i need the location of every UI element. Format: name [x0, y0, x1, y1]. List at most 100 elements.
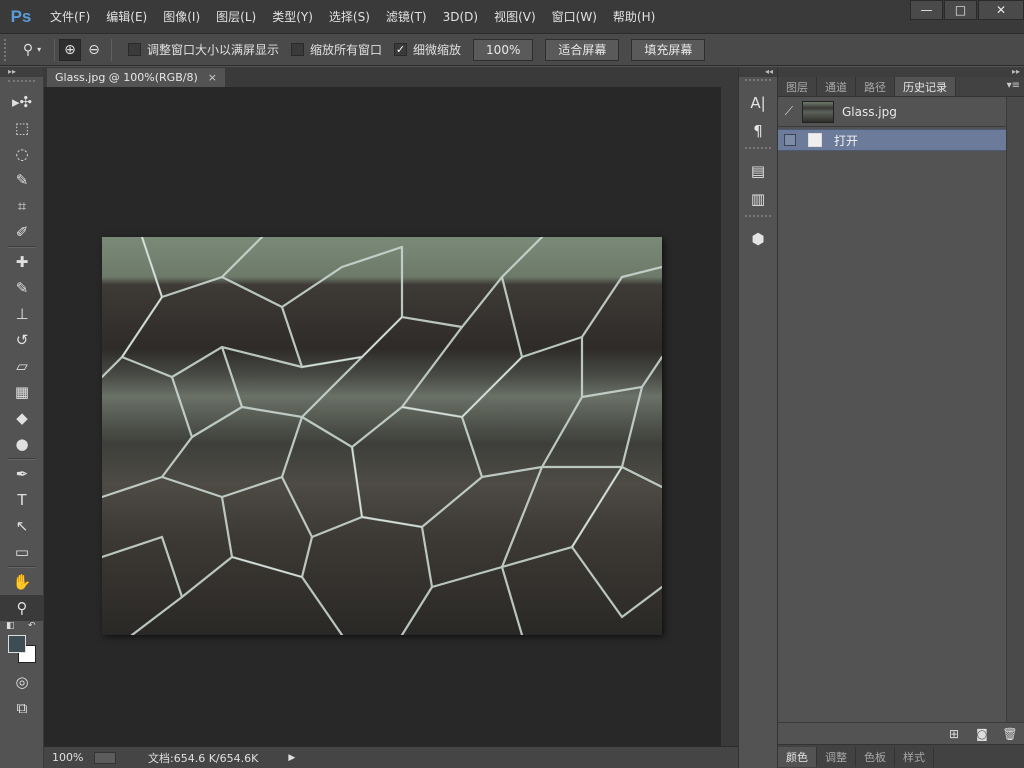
document-tab[interactable]: Glass.jpg @ 100%(RGB/8) ×	[47, 68, 225, 87]
minimize-button[interactable]: —	[910, 0, 943, 20]
tab-swatches[interactable]: 色板	[856, 746, 895, 767]
menu-image[interactable]: 图像(I)	[155, 0, 208, 33]
move-tool[interactable]: ▸✣	[0, 89, 44, 115]
menu-file[interactable]: 文件(F)	[42, 0, 98, 33]
ps-logo: Ps	[10, 6, 32, 26]
checkbox-box	[128, 43, 141, 56]
eraser-tool[interactable]: ▱	[0, 353, 44, 379]
tab-color[interactable]: 颜色	[778, 746, 817, 767]
dock-grip[interactable]	[745, 215, 771, 223]
menu-3d[interactable]: 3D(D)	[435, 0, 486, 33]
dodge-tool[interactable]: ●	[0, 431, 44, 457]
default-colors-icon[interactable]: ◧	[6, 621, 15, 631]
actual-pixels-button[interactable]: 100%	[473, 38, 534, 61]
tool-preset-picker[interactable]: ⚲ ▾	[14, 38, 50, 62]
tab-adjustments[interactable]: 调整	[817, 746, 856, 767]
history-snapshot[interactable]: ⟋ Glass.jpg	[778, 97, 1024, 127]
tools-divider	[8, 246, 35, 248]
crop-tool[interactable]: ⌗	[0, 193, 44, 219]
zoom-in-button[interactable]: ⊕	[59, 38, 81, 61]
clone-stamp-tool[interactable]: ⊥	[0, 301, 44, 327]
tab-paths[interactable]: 路径	[856, 77, 895, 96]
eyedropper-tool[interactable]: ✐	[0, 219, 44, 245]
paragraph-panel-button[interactable]: ¶	[739, 117, 777, 145]
rectangle-tool[interactable]: ▭	[0, 539, 44, 565]
document-vertical-scrollbar[interactable]	[721, 87, 738, 746]
menu-edit[interactable]: 编辑(E)	[98, 0, 155, 33]
menu-layer[interactable]: 图层(L)	[208, 0, 264, 33]
resize-windows-checkbox[interactable]: 调整窗口大小以满屏显示	[128, 41, 279, 58]
path-selection-tool[interactable]: ↖	[0, 513, 44, 539]
brush-tool[interactable]: ✎	[0, 275, 44, 301]
tools-grip[interactable]	[8, 80, 35, 86]
close-button[interactable]: ✕	[978, 0, 1024, 20]
tab-channels[interactable]: 通道	[817, 77, 856, 96]
fill-screen-button[interactable]: 填充屏幕	[631, 38, 706, 61]
document-icon	[808, 133, 822, 147]
panel-menu-icon[interactable]: ▾≡	[1007, 80, 1020, 91]
history-brush-source-box[interactable]	[784, 134, 796, 146]
blur-tool[interactable]: ◆	[0, 405, 44, 431]
history-brush-tool[interactable]: ↺	[0, 327, 44, 353]
menu-filter[interactable]: 滤镜(T)	[378, 0, 435, 33]
zoom-out-button[interactable]: ⊖	[83, 39, 105, 61]
zoom-all-windows-checkbox[interactable]: 缩放所有窗口	[291, 41, 382, 58]
divider	[54, 38, 55, 61]
canvas-pasteboard[interactable]	[44, 87, 721, 746]
dock-grip[interactable]	[745, 147, 771, 155]
history-scrollbar[interactable]	[1006, 97, 1024, 722]
menu-view[interactable]: 视图(V)	[486, 0, 544, 33]
maximize-button[interactable]: □	[944, 0, 977, 20]
marquee-tool[interactable]: ⬚	[0, 115, 44, 141]
checkmark-icon: ✓	[395, 43, 406, 56]
dock-grip[interactable]	[745, 79, 771, 87]
menu-help[interactable]: 帮助(H)	[605, 0, 663, 33]
scrubby-zoom-checkbox[interactable]: ✓ 细微缩放	[394, 41, 461, 58]
menu-type[interactable]: 类型(Y)	[264, 0, 321, 33]
dock-collapse-icon[interactable]: ◂◂	[739, 67, 777, 77]
healing-brush-tool[interactable]: ✚	[0, 249, 44, 275]
dodge-icon: ●	[15, 435, 29, 453]
tab-styles[interactable]: 样式	[895, 746, 934, 767]
tab-history[interactable]: 历史记录	[895, 77, 956, 96]
foreground-color[interactable]	[8, 635, 26, 653]
options-grip[interactable]	[4, 38, 14, 61]
pen-tool[interactable]: ✒	[0, 461, 44, 487]
notes-panel-button[interactable]: ▤	[739, 157, 777, 185]
gradient-tool[interactable]: ▦	[0, 379, 44, 405]
quick-mask-button[interactable]: ◎	[0, 669, 44, 695]
marquee-icon: ⬚	[14, 119, 30, 137]
3d-panel-button[interactable]: ⬢	[739, 225, 777, 253]
fit-screen-button[interactable]: 适合屏幕	[545, 38, 620, 61]
panel-collapse-icon[interactable]: ▸▸	[778, 67, 1024, 77]
tab-layers[interactable]: 图层	[778, 77, 817, 96]
tools-collapse[interactable]: ▸▸	[0, 67, 43, 77]
divider	[111, 38, 112, 61]
eyedropper-icon: ✐	[15, 223, 29, 241]
screen-mode-button[interactable]: ⧉	[0, 695, 44, 721]
menu-select[interactable]: 选择(S)	[321, 0, 378, 33]
swap-colors-icon[interactable]: ↶	[28, 621, 36, 631]
arrow-icon: ↖	[15, 517, 29, 535]
hand-tool[interactable]: ✋	[0, 569, 44, 595]
zoom-tool[interactable]: ⚲	[0, 595, 44, 621]
type-tool[interactable]: T	[0, 487, 44, 513]
close-tab-icon[interactable]: ×	[208, 71, 217, 84]
quick-selection-tool[interactable]: ✎	[0, 167, 44, 193]
camera-icon[interactable]: ◙	[968, 727, 996, 741]
character-icon: A|	[750, 94, 766, 112]
status-menu-arrow-icon[interactable]: ▶	[288, 753, 295, 763]
history-state-open[interactable]: 打开	[778, 129, 1024, 151]
new-document-from-state-icon[interactable]: ⊞	[940, 727, 968, 741]
trash-icon[interactable]: 🗑	[996, 727, 1024, 741]
zoom-level-field[interactable]: 100%	[44, 751, 88, 764]
menu-window[interactable]: 窗口(W)	[544, 0, 605, 33]
history-brush-source-icon[interactable]: ⟋	[778, 104, 800, 119]
notes-icon: ▤	[750, 162, 766, 180]
document-image[interactable]	[102, 237, 662, 635]
lasso-tool[interactable]: ◌	[0, 141, 44, 167]
character-panel-button[interactable]: A|	[739, 89, 777, 117]
panel-tabs: 图层 通道 路径 历史记录 ▾≡	[778, 77, 1024, 97]
status-preview-icon[interactable]	[94, 751, 116, 764]
info-panel-button[interactable]: ▥	[739, 185, 777, 213]
